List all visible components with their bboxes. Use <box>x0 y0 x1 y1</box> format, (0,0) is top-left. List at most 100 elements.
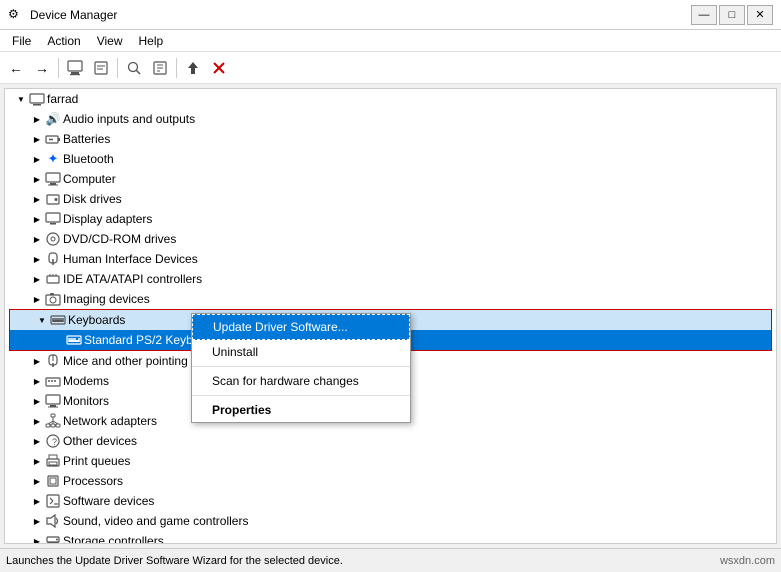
display-expand[interactable]: ▶ <box>29 211 45 227</box>
tree-sound[interactable]: ▶ Sound, video and game controllers <box>5 511 776 531</box>
context-scan[interactable]: Scan for hardware changes <box>192 369 410 393</box>
app-icon: ⚙ <box>8 7 24 23</box>
tree-root[interactable]: ▼ farrad <box>5 89 776 109</box>
menu-file[interactable]: File <box>4 32 39 50</box>
status-message: Launches the Update Driver Software Wiza… <box>6 555 343 567</box>
root-label: farrad <box>47 92 78 106</box>
monitors-expand[interactable]: ▶ <box>29 393 45 409</box>
tree-display[interactable]: ▶ Display adapters <box>5 209 776 229</box>
bluetooth-expand[interactable]: ▶ <box>29 151 45 167</box>
menu-view[interactable]: View <box>89 32 131 50</box>
software-icon <box>45 493 61 509</box>
context-sep-2 <box>192 395 410 396</box>
toolbar-update[interactable] <box>181 56 205 80</box>
tree-batteries[interactable]: ▶ Batteries <box>5 129 776 149</box>
tree-print[interactable]: ▶ Print queues <box>5 451 776 471</box>
root-icon <box>29 91 45 107</box>
disk-icon <box>45 191 61 207</box>
network-expand[interactable]: ▶ <box>29 413 45 429</box>
hid-expand[interactable]: ▶ <box>29 251 45 267</box>
main-area: ▼ farrad ▶ 🔊 Audio inputs and outputs ▶ … <box>0 84 781 548</box>
dvd-expand[interactable]: ▶ <box>29 231 45 247</box>
imaging-label: Imaging devices <box>63 292 150 306</box>
context-update-driver[interactable]: Update Driver Software... <box>192 314 410 340</box>
tree-software[interactable]: ▶ Software devices <box>5 491 776 511</box>
print-expand[interactable]: ▶ <box>29 453 45 469</box>
ps2-icon <box>66 332 82 348</box>
maximize-button[interactable]: □ <box>719 5 745 25</box>
status-right: wsxdn.com <box>720 555 775 567</box>
toolbar-sep-3 <box>176 58 177 78</box>
processors-expand[interactable]: ▶ <box>29 473 45 489</box>
processors-label: Processors <box>63 474 123 488</box>
tree-imaging[interactable]: ▶ Imaging devices <box>5 289 776 309</box>
print-icon <box>45 453 61 469</box>
close-button[interactable]: ✕ <box>747 5 773 25</box>
other-expand[interactable]: ▶ <box>29 433 45 449</box>
software-expand[interactable]: ▶ <box>29 493 45 509</box>
context-uninstall[interactable]: Uninstall <box>192 340 410 364</box>
tree-computer[interactable]: ▶ Computer <box>5 169 776 189</box>
title-bar-controls: — □ ✕ <box>691 5 773 25</box>
software-label: Software devices <box>63 494 154 508</box>
mice-expand[interactable]: ▶ <box>29 353 45 369</box>
toolbar-search[interactable] <box>122 56 146 80</box>
dvd-label: DVD/CD-ROM drives <box>63 232 176 246</box>
sound-expand[interactable]: ▶ <box>29 513 45 529</box>
monitors-label: Monitors <box>63 394 109 408</box>
toolbar-properties[interactable] <box>148 56 172 80</box>
root-expand-icon[interactable]: ▼ <box>13 91 29 107</box>
computer-label: Computer <box>63 172 116 186</box>
computer-icon <box>45 171 61 187</box>
batteries-expand[interactable]: ▶ <box>29 131 45 147</box>
audio-expand[interactable]: ▶ <box>29 111 45 127</box>
ps2-expand <box>50 332 66 348</box>
svg-text:?: ? <box>52 437 57 447</box>
tree-processors[interactable]: ▶ Processors <box>5 471 776 491</box>
tree-dvd[interactable]: ▶ DVD/CD-ROM drives <box>5 229 776 249</box>
audio-icon: 🔊 <box>45 111 61 127</box>
context-menu: Update Driver Software... Uninstall Scan… <box>191 313 411 423</box>
device-tree[interactable]: ▼ farrad ▶ 🔊 Audio inputs and outputs ▶ … <box>4 88 777 544</box>
toolbar-uninstall[interactable] <box>207 56 231 80</box>
other-label: Other devices <box>63 434 137 448</box>
processors-icon <box>45 473 61 489</box>
modems-icon <box>45 373 61 389</box>
bluetooth-label: Bluetooth <box>63 152 114 166</box>
tree-disk[interactable]: ▶ Disk drives <box>5 189 776 209</box>
audio-label: Audio inputs and outputs <box>63 112 195 126</box>
display-icon <box>45 211 61 227</box>
disk-label: Disk drives <box>63 192 122 206</box>
toolbar-forward[interactable]: → <box>30 56 54 80</box>
other-icon: ? <box>45 433 61 449</box>
tree-hid[interactable]: ▶ Human Interface Devices <box>5 249 776 269</box>
toolbar-device[interactable] <box>89 56 113 80</box>
title-bar-title: Device Manager <box>30 8 117 22</box>
tree-audio[interactable]: ▶ 🔊 Audio inputs and outputs <box>5 109 776 129</box>
menu-action[interactable]: Action <box>39 32 88 50</box>
tree-ide[interactable]: ▶ IDE ATA/ATAPI controllers <box>5 269 776 289</box>
status-bar: Launches the Update Driver Software Wiza… <box>0 548 781 572</box>
imaging-expand[interactable]: ▶ <box>29 291 45 307</box>
tree-other[interactable]: ▶ ? Other devices <box>5 431 776 451</box>
toolbar-back[interactable]: ← <box>4 56 28 80</box>
context-properties[interactable]: Properties <box>192 398 410 422</box>
storage-expand[interactable]: ▶ <box>29 533 45 544</box>
context-sep <box>192 366 410 367</box>
tree-bluetooth[interactable]: ▶ ✦ Bluetooth <box>5 149 776 169</box>
modems-expand[interactable]: ▶ <box>29 373 45 389</box>
hid-label: Human Interface Devices <box>63 252 198 266</box>
imaging-icon <box>45 291 61 307</box>
tree-storage[interactable]: ▶ Storage controllers <box>5 531 776 544</box>
toolbar-computer[interactable] <box>63 56 87 80</box>
menu-help[interactable]: Help <box>131 32 172 50</box>
minimize-button[interactable]: — <box>691 5 717 25</box>
menu-bar: File Action View Help <box>0 30 781 52</box>
ide-expand[interactable]: ▶ <box>29 271 45 287</box>
computer-expand[interactable]: ▶ <box>29 171 45 187</box>
keyboards-expand[interactable]: ▼ <box>34 312 50 328</box>
print-label: Print queues <box>63 454 130 468</box>
toolbar-sep-2 <box>117 58 118 78</box>
disk-expand[interactable]: ▶ <box>29 191 45 207</box>
storage-icon <box>45 533 61 544</box>
